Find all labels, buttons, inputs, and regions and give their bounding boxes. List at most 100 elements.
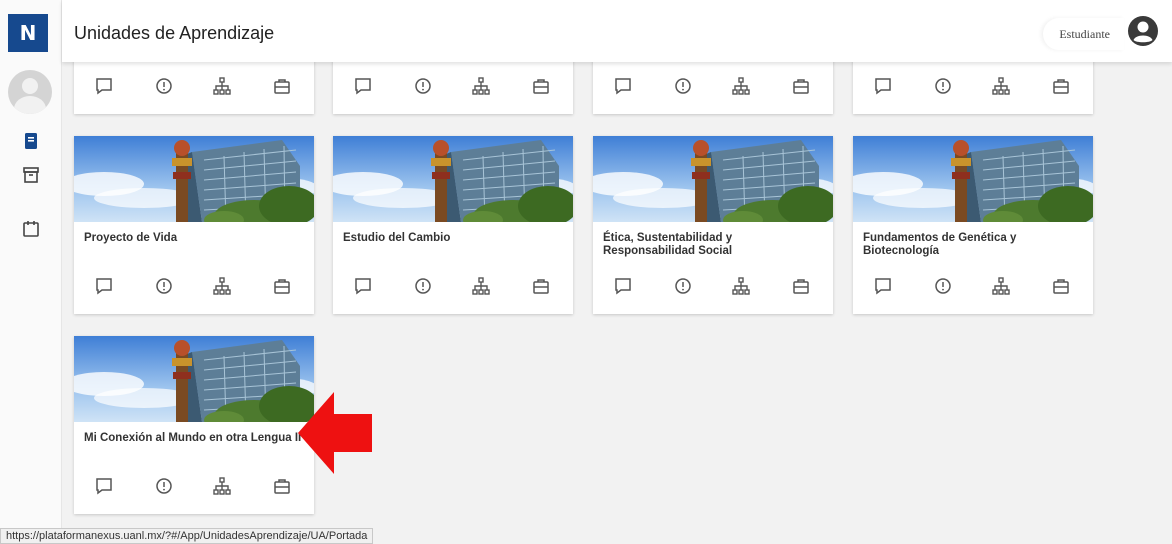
hierarchy-icon — [472, 277, 490, 295]
card-title: Estudio del Cambio — [343, 232, 451, 244]
chat-button[interactable] — [873, 276, 893, 296]
info-button[interactable] — [154, 76, 174, 96]
app-logo[interactable]: N — [8, 14, 48, 52]
info-icon — [675, 278, 691, 294]
hierarchy-button[interactable] — [212, 276, 232, 296]
card-image — [74, 336, 314, 422]
briefcase-button[interactable] — [1051, 276, 1071, 296]
briefcase-icon — [1053, 79, 1069, 94]
chat-button[interactable] — [353, 76, 373, 96]
card-title: Mi Conexión al Mundo en otra Lengua II — [84, 432, 302, 444]
sidebar-item-archive[interactable] — [22, 166, 40, 184]
briefcase-button[interactable] — [272, 476, 292, 496]
info-button[interactable] — [413, 76, 433, 96]
units-grid: Proyecto de Vida Estudio del Cambio Étic… — [62, 62, 1172, 544]
card-image — [74, 136, 314, 222]
card-image — [333, 136, 573, 222]
hierarchy-button[interactable] — [471, 276, 491, 296]
chat-icon — [96, 478, 112, 495]
info-button[interactable] — [154, 276, 174, 296]
hierarchy-icon — [992, 77, 1010, 95]
chat-button[interactable] — [873, 76, 893, 96]
briefcase-icon — [1053, 279, 1069, 294]
chat-button[interactable] — [94, 76, 114, 96]
hierarchy-icon — [732, 77, 750, 95]
logo-letter: N — [19, 21, 37, 45]
archive-icon — [23, 167, 39, 183]
chat-button[interactable] — [613, 76, 633, 96]
unit-card-partial[interactable] — [853, 62, 1093, 114]
card-image — [853, 136, 1093, 222]
page-title: Unidades de Aprendizaje — [74, 23, 275, 43]
chat-icon — [875, 278, 891, 295]
hierarchy-button[interactable] — [991, 76, 1011, 96]
hierarchy-icon — [992, 277, 1010, 295]
info-button[interactable] — [933, 276, 953, 296]
info-icon — [415, 278, 431, 294]
info-icon — [156, 478, 172, 494]
top-bar: Unidades de Aprendizaje Estudiante — [62, 0, 1172, 62]
chat-icon — [96, 278, 112, 295]
chat-icon — [96, 78, 112, 95]
card-actions — [593, 62, 833, 114]
briefcase-button[interactable] — [531, 76, 551, 96]
chat-button[interactable] — [353, 276, 373, 296]
briefcase-icon — [274, 279, 290, 294]
card-actions — [74, 262, 314, 314]
card-actions — [853, 262, 1093, 314]
user-account-icon[interactable] — [1128, 16, 1158, 46]
unit-card[interactable]: Fundamentos de Genética y Biotecnología — [853, 136, 1093, 314]
card-title: Proyecto de Vida — [84, 232, 178, 244]
info-button[interactable] — [154, 476, 174, 496]
briefcase-icon — [274, 479, 290, 494]
card-actions — [593, 262, 833, 314]
sidebar-item-calendar[interactable] — [22, 220, 40, 238]
hierarchy-button[interactable] — [731, 276, 751, 296]
unit-card[interactable]: Ética, Sustentabilidad y Responsabilidad… — [593, 136, 833, 314]
sidebar-item-book[interactable] — [22, 132, 40, 150]
unit-card-partial[interactable] — [333, 62, 573, 114]
chat-icon — [875, 78, 891, 95]
briefcase-button[interactable] — [272, 76, 292, 96]
briefcase-button[interactable] — [531, 276, 551, 296]
unit-card[interactable]: Estudio del Cambio — [333, 136, 573, 314]
chat-icon — [355, 278, 371, 295]
card-title: Ética, Sustentabilidad y Responsabilidad… — [603, 232, 733, 257]
info-icon — [935, 278, 951, 294]
briefcase-icon — [793, 279, 809, 294]
info-button[interactable] — [673, 276, 693, 296]
hierarchy-button[interactable] — [471, 76, 491, 96]
role-badge: Estudiante — [1043, 18, 1124, 50]
chat-button[interactable] — [613, 276, 633, 296]
card-actions — [853, 62, 1093, 114]
briefcase-icon — [793, 79, 809, 94]
hierarchy-button[interactable] — [991, 276, 1011, 296]
unit-card[interactable]: Proyecto de Vida — [74, 136, 314, 314]
chat-icon — [615, 78, 631, 95]
hierarchy-button[interactable] — [731, 76, 751, 96]
card-title: Fundamentos de Genética y Biotecnología — [863, 232, 1017, 257]
info-icon — [156, 78, 172, 94]
unit-card[interactable]: Mi Conexión al Mundo en otra Lengua II — [74, 336, 314, 514]
info-button[interactable] — [933, 76, 953, 96]
info-button[interactable] — [413, 276, 433, 296]
sidebar-avatar[interactable] — [8, 70, 52, 114]
briefcase-button[interactable] — [791, 276, 811, 296]
book-icon — [25, 133, 37, 149]
calendar-icon — [23, 221, 39, 237]
briefcase-button[interactable] — [791, 76, 811, 96]
chat-icon — [615, 278, 631, 295]
briefcase-button[interactable] — [272, 276, 292, 296]
briefcase-icon — [533, 279, 549, 294]
chat-icon — [355, 78, 371, 95]
unit-card-partial[interactable] — [74, 62, 314, 114]
unit-card-partial[interactable] — [593, 62, 833, 114]
chat-button[interactable] — [94, 276, 114, 296]
hierarchy-button[interactable] — [212, 476, 232, 496]
info-button[interactable] — [673, 76, 693, 96]
briefcase-button[interactable] — [1051, 76, 1071, 96]
chat-button[interactable] — [94, 476, 114, 496]
card-image — [593, 136, 833, 222]
card-actions — [74, 62, 314, 114]
hierarchy-button[interactable] — [212, 76, 232, 96]
